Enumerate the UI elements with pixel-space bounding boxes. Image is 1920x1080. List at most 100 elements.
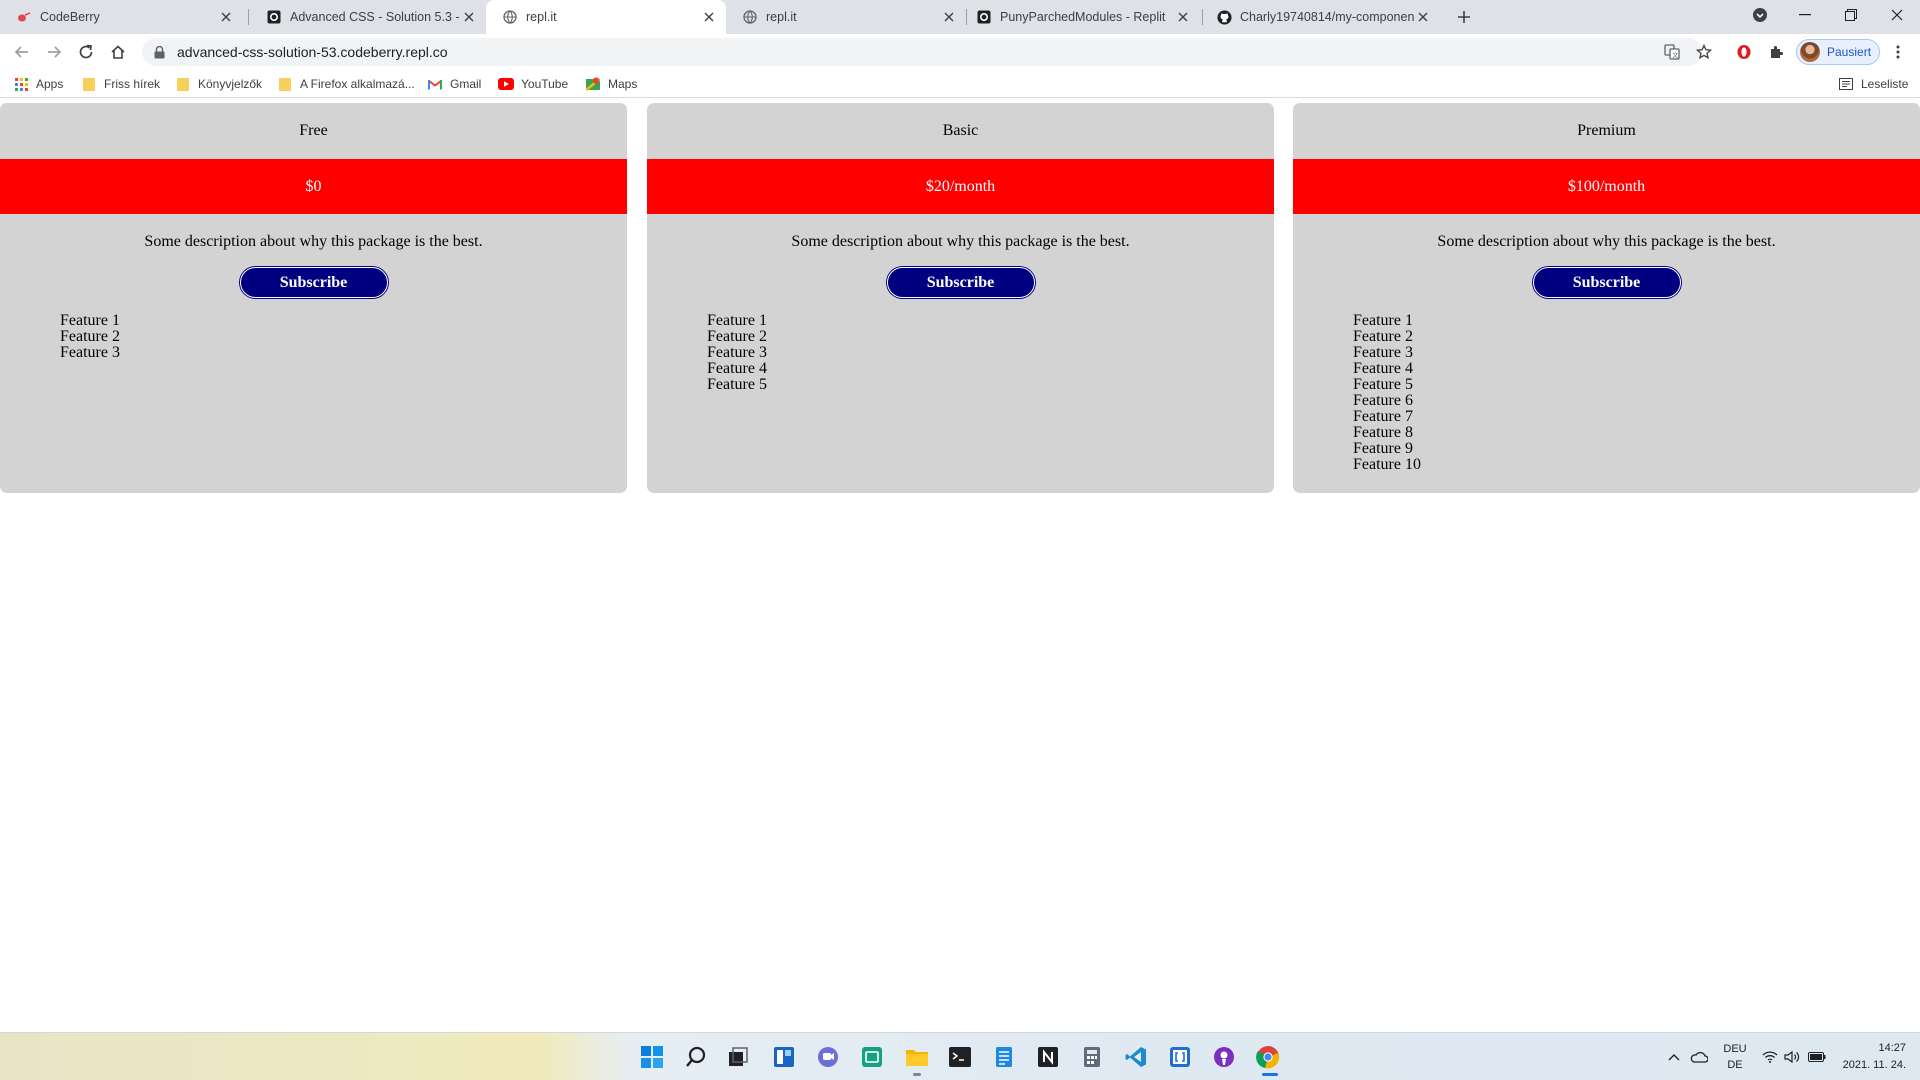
list-item: Feature 7 (1353, 408, 1413, 425)
back-button[interactable] (10, 40, 34, 64)
home-button[interactable] (106, 40, 130, 64)
bookmark-label: Gmail (450, 77, 482, 91)
chevron-up-icon[interactable] (1664, 1043, 1684, 1071)
extensions-puzzle-icon[interactable] (1764, 40, 1788, 64)
svg-text:文: 文 (1672, 51, 1678, 59)
store-app-icon[interactable] (858, 1043, 886, 1071)
bookmark-gmail[interactable]: Gmail (427, 74, 481, 94)
tab-puny-parched-modules[interactable]: PunyParchedModules - Replit (960, 0, 1200, 34)
bookmark-label: Maps (608, 77, 638, 91)
tab-search-button[interactable] (1737, 0, 1783, 30)
close-icon[interactable] (700, 8, 718, 26)
vscode-icon[interactable] (1122, 1043, 1150, 1071)
translate-icon[interactable]: 文 (1660, 40, 1684, 64)
widgets-icon[interactable] (770, 1043, 798, 1071)
tab-title: Charly19740814/my-component (1240, 10, 1414, 24)
plan-name: Basic (942, 122, 979, 139)
tab-github[interactable]: Charly19740814/my-component (1200, 0, 1440, 34)
tab-advanced-css[interactable]: Advanced CSS - Solution 5.3 - Re (250, 0, 486, 34)
task-view-icon[interactable] (724, 1043, 752, 1071)
close-icon[interactable] (217, 8, 235, 26)
tab-title: repl.it (526, 10, 557, 24)
new-tab-button[interactable] (1452, 6, 1476, 28)
folder-icon (277, 76, 293, 92)
tab-codeberry[interactable]: CodeBerry (0, 0, 243, 34)
onedrive-cloud-icon[interactable] (1688, 1043, 1710, 1071)
minimize-button[interactable] (1782, 0, 1828, 30)
chrome-icon[interactable] (1254, 1043, 1282, 1071)
tab-title: repl.it (766, 10, 797, 24)
subscribe-button[interactable]: Subscribe (1532, 267, 1681, 298)
bookmark-youtube[interactable]: YouTube (498, 74, 568, 94)
wifi-icon[interactable] (1760, 1043, 1780, 1071)
bookmarks-bar: Apps Friss hírek Könyvjelzők A Firefox a… (0, 70, 1920, 98)
tab-repl-it[interactable]: repl.it (726, 0, 966, 34)
profile-button[interactable]: Pausiert (1796, 39, 1880, 65)
file-explorer-icon[interactable] (903, 1043, 931, 1071)
podcast-app-icon[interactable] (1210, 1043, 1238, 1071)
bookmark-apps[interactable]: Apps (13, 74, 63, 94)
reading-list-label: Leseliste (1861, 77, 1909, 91)
list-item: Feature 1 (1353, 312, 1413, 329)
tab-title: Advanced CSS - Solution 5.3 - Re (290, 10, 460, 24)
forward-button[interactable] (42, 40, 66, 64)
windows-taskbar: DEU DE 14:27 2021. 11. 24. (0, 1032, 1920, 1080)
reading-list-button[interactable]: Leseliste (1838, 74, 1908, 94)
close-icon[interactable] (1414, 8, 1432, 26)
subscribe-button[interactable]: Subscribe (239, 267, 388, 298)
bookmark-firefox-apps[interactable]: A Firefox alkalmazá... (277, 74, 415, 94)
list-item: Feature 6 (1353, 392, 1413, 409)
bookmark-friss-hirek[interactable]: Friss hírek (81, 74, 160, 94)
bracket-app-icon[interactable] (1166, 1043, 1194, 1071)
plan-price: $20/month (647, 159, 1274, 214)
codeberry-icon (16, 9, 32, 25)
feature-list: Feature 1 Feature 2 Feature 3 (0, 313, 627, 361)
url-text: advanced-css-solution-53.codeberry.repl.… (177, 44, 448, 60)
bookmark-label: YouTube (521, 77, 569, 91)
running-indicator (913, 1073, 921, 1076)
list-item: Feature 5 (1353, 376, 1413, 393)
list-item: Feature 4 (707, 360, 767, 377)
start-windows-icon[interactable] (638, 1043, 666, 1071)
list-item: Feature 1 (60, 312, 120, 329)
reload-button[interactable] (74, 40, 98, 64)
menu-kebab-icon[interactable] (1886, 40, 1910, 64)
battery-icon[interactable] (1806, 1043, 1828, 1071)
list-item: Feature 4 (1353, 360, 1413, 377)
list-item: Feature 10 (1353, 456, 1421, 473)
terminal-icon[interactable] (946, 1043, 974, 1071)
input-language-top[interactable]: DEU (1718, 1043, 1752, 1055)
tab-repl-it-active[interactable]: repl.it (486, 0, 726, 34)
close-icon[interactable] (460, 8, 478, 26)
bookmark-konyvjelzok[interactable]: Könyvjelzők (175, 74, 262, 94)
teams-chat-icon[interactable] (814, 1043, 842, 1071)
active-indicator (1262, 1073, 1278, 1076)
gmail-icon (427, 76, 443, 92)
close-window-button[interactable] (1874, 0, 1920, 30)
list-item: Feature 2 (707, 328, 767, 345)
bookmark-maps[interactable]: Maps (585, 74, 637, 94)
notion-icon[interactable] (1034, 1043, 1062, 1071)
calculator-icon[interactable] (1078, 1043, 1106, 1071)
search-icon[interactable] (682, 1043, 710, 1071)
subscribe-button[interactable]: Subscribe (886, 267, 1035, 298)
close-icon[interactable] (940, 8, 958, 26)
list-item: Feature 8 (1353, 424, 1413, 441)
input-language-bottom[interactable]: DE (1718, 1059, 1752, 1071)
list-item: Feature 3 (1353, 344, 1413, 361)
opera-extension-icon[interactable] (1732, 40, 1756, 64)
plan-name: Premium (1577, 122, 1636, 139)
bookmark-star-icon[interactable] (1692, 40, 1716, 64)
clock-time[interactable]: 14:27 (1836, 1042, 1906, 1054)
notepad-icon[interactable] (990, 1043, 1018, 1071)
address-bar[interactable]: advanced-css-solution-53.codeberry.repl.… (142, 38, 1702, 66)
plan-price: $100/month (1293, 159, 1920, 214)
volume-icon[interactable] (1782, 1043, 1802, 1071)
pricing-card-free: Free $0 Some description about why this … (0, 103, 627, 493)
clock-date[interactable]: 2021. 11. 24. (1836, 1059, 1906, 1071)
restore-button[interactable] (1828, 0, 1874, 30)
close-icon[interactable] (1174, 8, 1192, 26)
folder-icon (175, 76, 191, 92)
plan-description: Some description about why this package … (791, 233, 1130, 250)
reading-list-icon (1838, 76, 1854, 92)
